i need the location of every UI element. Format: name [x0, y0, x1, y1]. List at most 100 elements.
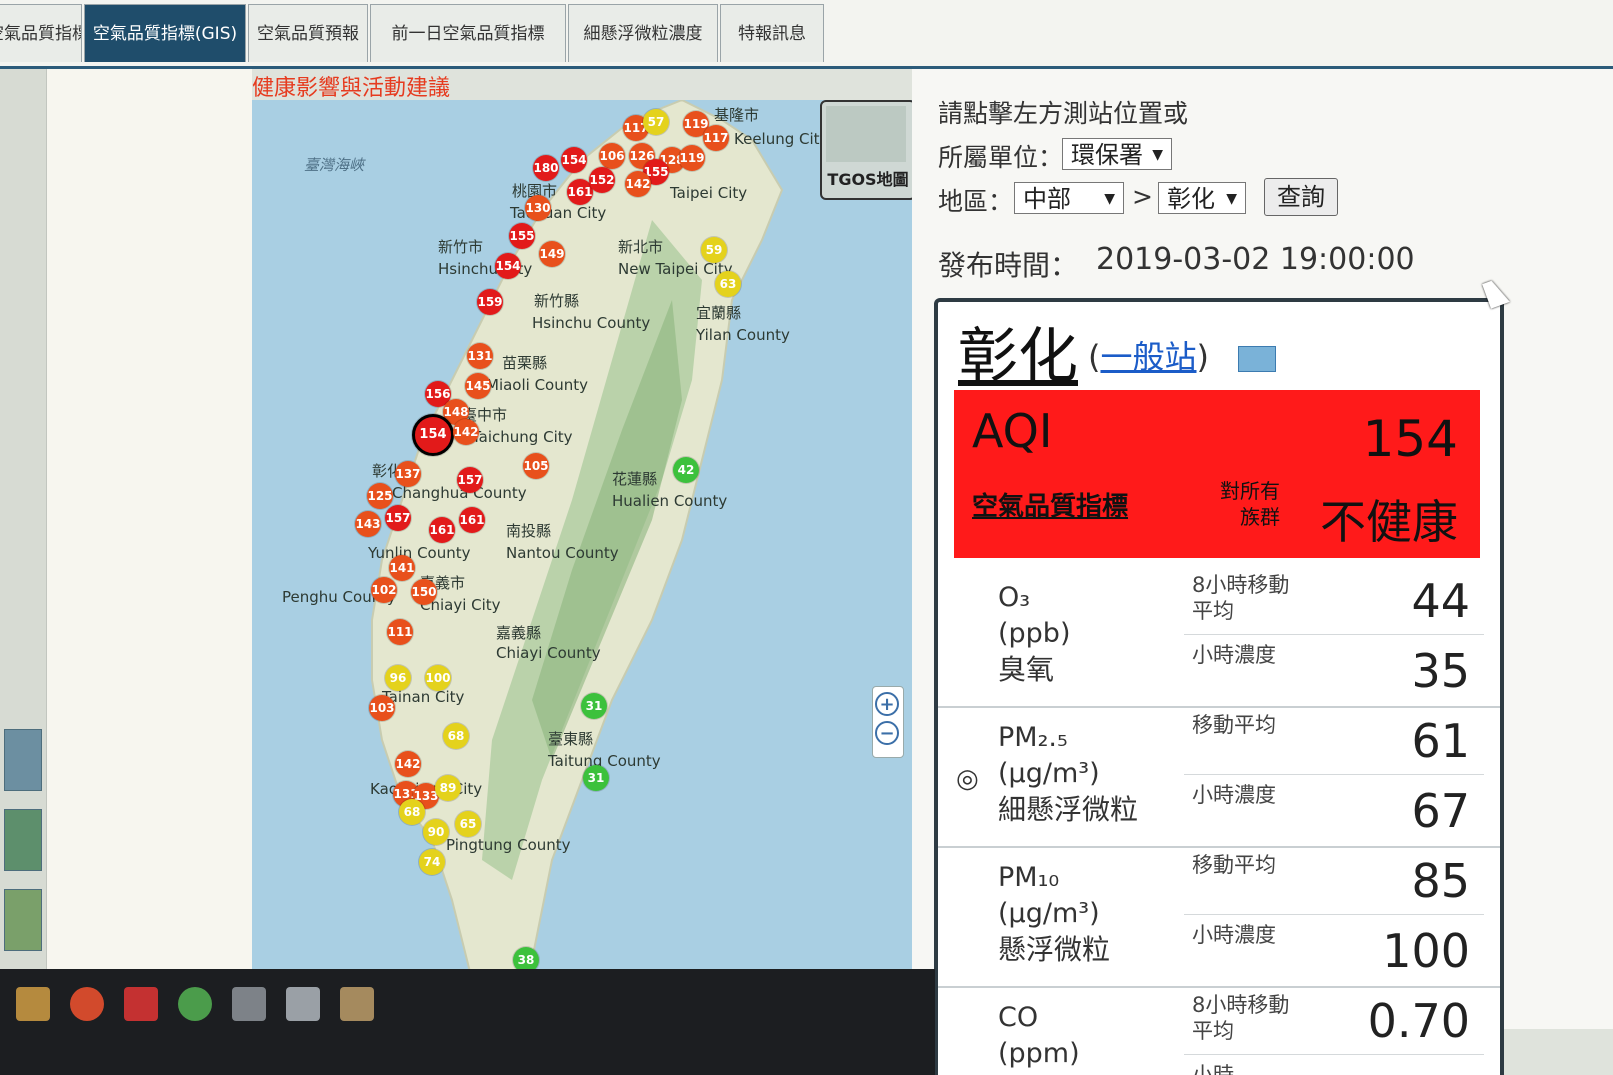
browser-icon[interactable]: [178, 987, 212, 1021]
map-place-label: 新北市: [618, 238, 664, 256]
station-marker[interactable]: 152: [589, 167, 615, 193]
aqi-group-line1: 對所有: [1220, 479, 1280, 503]
tab-forecast[interactable]: 空氣品質預報: [248, 4, 368, 62]
metric-value: 35: [1411, 644, 1470, 698]
station-marker[interactable]: 142: [453, 419, 479, 445]
health-advice-link[interactable]: 健康影響與活動建議: [252, 70, 450, 102]
station-marker[interactable]: 154: [561, 147, 587, 173]
station-marker[interactable]: 90: [423, 819, 449, 845]
metric-value: 61: [1411, 714, 1470, 768]
station-marker[interactable]: 155: [509, 223, 535, 249]
station-marker[interactable]: 150: [411, 579, 437, 605]
pollutant-row: PM₂.₅ (μg/m³) 細懸浮微粒 ◎ 移動平均 61 小時濃度 67: [938, 706, 1500, 848]
tab-previous-day[interactable]: 前一日空氣品質指標: [370, 4, 566, 62]
station-marker[interactable]: 100: [425, 665, 451, 691]
station-marker[interactable]: 130: [525, 195, 551, 221]
trend-chart-icon[interactable]: [1238, 346, 1276, 372]
station-marker[interactable]: 137: [395, 461, 421, 487]
tab-pm25[interactable]: 細懸浮微粒濃度: [568, 4, 718, 62]
region-separator: >: [1132, 182, 1153, 211]
unit-select-value: 環保署: [1071, 141, 1143, 169]
map-place-label: 花蓮縣: [612, 470, 658, 488]
station-marker[interactable]: 145: [465, 373, 491, 399]
station-marker[interactable]: 68: [399, 799, 425, 825]
sidebar-thumbnail[interactable]: [4, 809, 42, 871]
station-marker[interactable]: 142: [625, 171, 651, 197]
station-marker[interactable]: 125: [367, 483, 393, 509]
station-marker[interactable]: 141: [389, 555, 415, 581]
pollutant-chinese-name: 臭氧: [998, 653, 1055, 686]
pollutant-name: CO(ppm)一氧化碳: [998, 1000, 1110, 1075]
station-marker[interactable]: 111: [387, 619, 413, 645]
station-marker[interactable]: 154: [495, 253, 521, 279]
file-explorer-icon[interactable]: [16, 987, 50, 1021]
county-select[interactable]: 彰化 ▼: [1158, 182, 1246, 214]
zoom-out-button[interactable]: −: [875, 721, 899, 745]
map-place-label: Hsinchu County: [532, 314, 651, 332]
pollutant-metric: 8小時移動平均 44: [1184, 566, 1484, 635]
tgos-map-toggle[interactable]: TGOS地圖: [820, 100, 916, 200]
sidebar-thumbnail[interactable]: [4, 889, 42, 951]
aqi-index-link[interactable]: 空氣品質指標: [972, 486, 1128, 523]
station-marker[interactable]: 157: [385, 505, 411, 531]
station-marker[interactable]: 105: [523, 453, 549, 479]
sidebar-thumbnail[interactable]: [4, 729, 42, 791]
pollutant-chinese-name: 懸浮微粒: [998, 933, 1111, 966]
station-marker[interactable]: 119: [679, 145, 705, 171]
station-type-link[interactable]: 一般站: [1100, 338, 1196, 376]
metric-value: 67: [1411, 784, 1470, 838]
station-marker[interactable]: 149: [539, 241, 565, 267]
station-marker[interactable]: 89: [435, 775, 461, 801]
station-marker[interactable]: 106: [599, 143, 625, 169]
pollutant-metric: 移動平均 85: [1184, 846, 1484, 915]
station-marker[interactable]: 143: [355, 511, 381, 537]
chrome-icon[interactable]: [70, 987, 104, 1021]
station-marker[interactable]: 74: [419, 849, 445, 875]
pollutant-name: PM₁₀ (μg/m³) 懸浮微粒: [998, 860, 1110, 968]
pollutant-name: PM₂.₅ (μg/m³) 細懸浮微粒: [998, 720, 1138, 828]
station-marker[interactable]: 157: [457, 467, 483, 493]
station-marker[interactable]: 159: [477, 289, 503, 315]
station-marker[interactable]: 161: [429, 517, 455, 543]
station-marker[interactable]: 96: [385, 665, 411, 691]
station-marker[interactable]: 63: [715, 271, 741, 297]
radio-icon[interactable]: ◎: [956, 764, 979, 794]
map-place-label: Yilan County: [696, 326, 790, 344]
tab-aqi-gis[interactable]: 空氣品質指標(GIS): [84, 4, 246, 62]
pollutant-row: CO(ppm)一氧化碳8小時移動平均0.70小時: [938, 986, 1500, 1075]
folder-icon[interactable]: [340, 987, 374, 1021]
aqi-map[interactable]: 臺灣海峽 基隆市 Keelung City 桃園市 Taoyuan City Taipe…: [252, 100, 912, 980]
station-marker[interactable]: 131: [467, 343, 493, 369]
region-select[interactable]: 中部 ▼: [1014, 182, 1124, 214]
app-icon[interactable]: [124, 987, 158, 1021]
station-marker[interactable]: 102: [371, 577, 397, 603]
station-marker[interactable]: 117: [703, 125, 729, 151]
station-marker[interactable]: 31: [581, 693, 607, 719]
station-marker-selected[interactable]: 154: [412, 414, 454, 456]
pollutant-unit: (μg/m³): [998, 898, 1100, 929]
station-marker[interactable]: 59: [701, 237, 727, 263]
station-marker[interactable]: 161: [459, 507, 485, 533]
station-marker[interactable]: 103: [369, 695, 395, 721]
map-place-label: 宜蘭縣: [696, 304, 742, 322]
station-marker[interactable]: 65: [455, 811, 481, 837]
tab-alerts[interactable]: 特報訊息: [720, 4, 824, 62]
map-place-label: 臺東縣: [548, 730, 594, 748]
tab-aqi[interactable]: 空氣品質指標: [0, 4, 82, 62]
map-place-label: Taipei City: [670, 184, 748, 202]
station-marker[interactable]: 180: [533, 155, 559, 181]
station-marker[interactable]: 31: [583, 765, 609, 791]
unit-select[interactable]: 環保署 ▼: [1062, 138, 1172, 170]
app-icon[interactable]: [286, 987, 320, 1021]
station-marker[interactable]: 57: [643, 109, 669, 135]
query-button[interactable]: 查詢: [1264, 178, 1338, 216]
station-marker[interactable]: 68: [443, 723, 469, 749]
calculator-icon[interactable]: [232, 987, 266, 1021]
map-place-label: Nantou County: [506, 544, 619, 562]
pollutant-unit: (ppb): [998, 618, 1071, 649]
dropdown-arrow-icon: ▼: [1104, 191, 1115, 207]
county-select-value: 彰化: [1167, 185, 1215, 213]
station-marker[interactable]: 142: [395, 751, 421, 777]
zoom-in-button[interactable]: +: [875, 692, 899, 716]
station-marker[interactable]: 42: [673, 457, 699, 483]
